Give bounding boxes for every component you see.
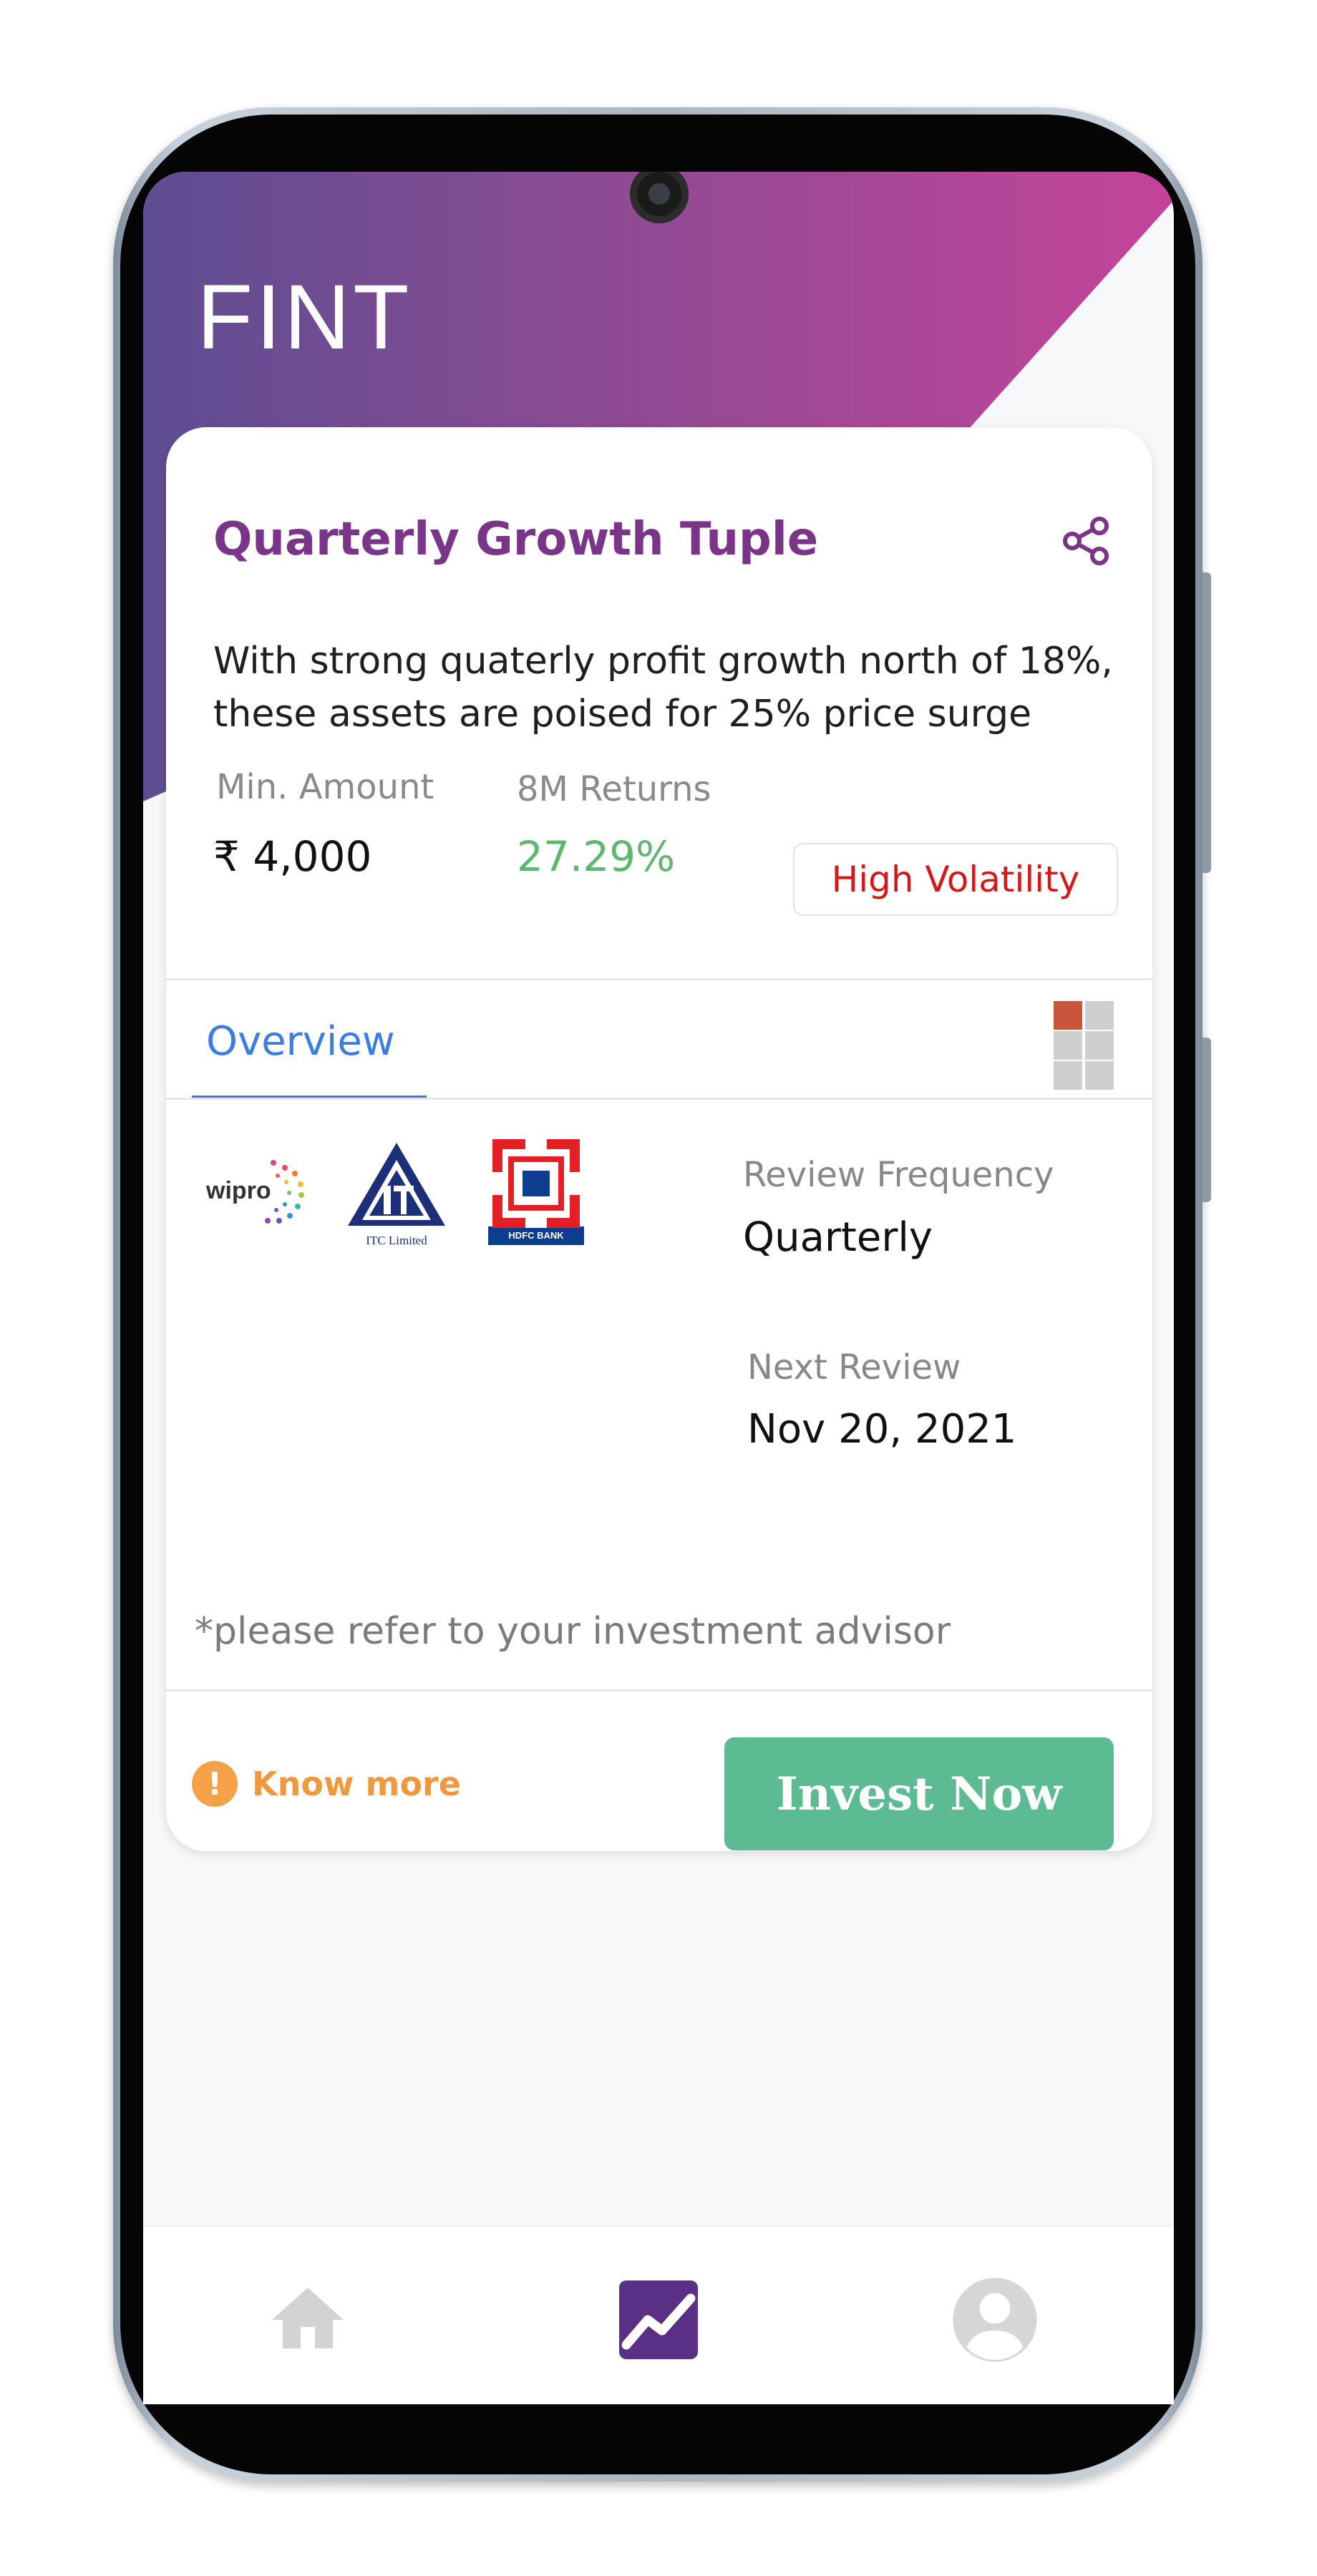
invest-now-button[interactable]: Invest Now <box>724 1737 1114 1850</box>
chart-icon <box>619 2280 698 2359</box>
volatility-badge: High Volatility <box>793 843 1118 916</box>
brand-logo: FINT <box>197 266 412 369</box>
returns-value: 27.29% <box>517 832 676 881</box>
next-review-label: Next Review <box>747 1347 961 1387</box>
grid-view-icon[interactable] <box>1054 1001 1114 1090</box>
info-icon: ! <box>192 1761 238 1807</box>
itc-logo: ITC Limited <box>346 1141 447 1249</box>
investment-card: Quarterly Growth Tuple With strong quate… <box>166 427 1152 1851</box>
footer-divider <box>166 1689 1152 1692</box>
hdfc-caption: HDFC BANK <box>488 1226 584 1245</box>
card-description: With strong quaterly profit growth north… <box>213 640 1113 736</box>
itc-caption: ITC Limited <box>366 1234 427 1247</box>
next-review-value: Nov 20, 2021 <box>747 1406 1017 1453</box>
tab-divider <box>166 1098 1152 1100</box>
nav-chart-button[interactable] <box>608 2270 709 2370</box>
home-icon <box>272 2288 344 2348</box>
power-button <box>1202 1038 1211 1202</box>
min-amount-label: Min. Amount <box>216 767 434 807</box>
card-title: Quarterly Growth Tuple <box>213 513 819 566</box>
hdfc-square-icon <box>492 1139 580 1228</box>
itc-triangle-icon <box>348 1143 445 1226</box>
wipro-wordmark: wipro <box>206 1177 271 1204</box>
divider <box>166 978 1152 980</box>
bottom-nav <box>143 2225 1174 2404</box>
min-amount-value: ₹ 4,000 <box>213 832 372 881</box>
hdfc-logo: HDFC BANK <box>488 1139 584 1246</box>
volume-button <box>1202 572 1211 873</box>
advisor-note: *please refer to your investment advisor <box>195 1610 951 1653</box>
share-icon[interactable] <box>1061 516 1111 566</box>
know-more-label: Know more <box>252 1765 461 1803</box>
profile-icon <box>953 2278 1037 2362</box>
tab-overview[interactable]: Overview <box>206 1018 395 1065</box>
returns-label: 8M Returns <box>517 769 711 809</box>
review-frequency-label: Review Frequency <box>743 1155 1054 1195</box>
review-frequency-value: Quarterly <box>743 1214 933 1261</box>
nav-home-button[interactable] <box>258 2270 358 2370</box>
nav-profile-button[interactable] <box>945 2270 1045 2370</box>
app-screen: FINT Quarterly Growth Tuple With strong … <box>143 172 1174 2404</box>
wipro-logo: wipro <box>206 1150 314 1236</box>
know-more-link[interactable]: ! Know more <box>192 1761 461 1807</box>
